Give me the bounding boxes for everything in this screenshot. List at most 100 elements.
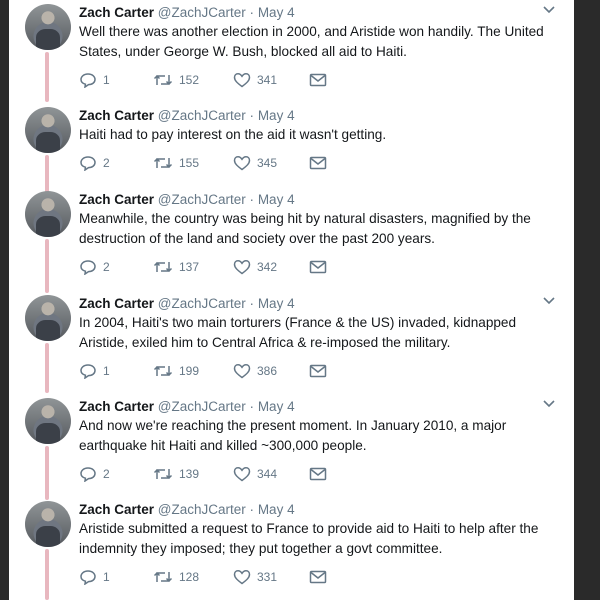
avatar[interactable] [25,191,71,237]
tweet-text: In 2004, Haiti's two main torturers (Fra… [79,315,517,350]
reply-count: 2 [103,260,110,274]
reply-count: 2 [103,467,110,481]
author-name[interactable]: Zach Carter [79,296,154,311]
timestamp[interactable]: May 4 [258,192,295,207]
reply-button[interactable]: 1 [79,567,110,587]
retweet-button[interactable]: 199 [153,361,199,381]
thread-connector-line [45,446,49,500]
timestamp[interactable]: May 4 [258,296,295,311]
reply-button[interactable]: 1 [79,361,110,381]
reply-button[interactable]: 2 [79,153,110,173]
avatar[interactable] [25,107,71,153]
retweet-count: 128 [179,570,200,584]
envelope-icon [309,570,327,584]
retweet-button[interactable]: 155 [153,153,199,173]
envelope-icon [309,73,327,87]
retweet-button[interactable]: 139 [153,464,199,484]
envelope-icon [309,156,327,170]
retweet-icon [153,261,173,273]
tweet[interactable]: Zach Carter @ZachJCarter · May 4 Aristid… [9,497,574,600]
timestamp[interactable]: May 4 [258,502,295,517]
tweet-header: Zach Carter @ZachJCarter · May 4 [79,295,539,313]
like-button[interactable]: 344 [233,464,277,484]
direct-message-button[interactable] [309,257,327,277]
retweet-button[interactable]: 128 [153,567,199,587]
retweet-button[interactable]: 137 [153,257,199,277]
like-count: 344 [257,467,278,481]
thread-panel: Zach Carter @ZachJCarter · May 4 Well th… [9,0,574,600]
direct-message-button[interactable] [309,70,327,90]
tweet-text: Haiti had to pay interest on the aid it … [79,127,387,142]
like-button[interactable]: 345 [233,153,277,173]
heart-icon [233,156,251,171]
tweet-actions: 1 199 386 [79,361,379,381]
tweet[interactable]: Zach Carter @ZachJCarter · May 4 In 2004… [9,291,574,394]
direct-message-button[interactable] [309,464,327,484]
separator-dot: · [249,108,255,123]
author-name[interactable]: Zach Carter [79,192,154,207]
timestamp[interactable]: May 4 [258,399,295,414]
reply-button[interactable]: 2 [79,464,110,484]
retweet-count: 139 [179,467,200,481]
timestamp[interactable]: May 4 [258,5,295,20]
author-handle[interactable]: @ZachJCarter [158,399,246,414]
retweet-button[interactable]: 152 [153,70,199,90]
like-count: 345 [257,156,278,170]
tweet[interactable]: Zach Carter @ZachJCarter · May 4 Meanwhi… [9,187,574,293]
tweet-header: Zach Carter @ZachJCarter · May 4 [79,501,539,519]
like-button[interactable]: 331 [233,567,277,587]
author-handle[interactable]: @ZachJCarter [158,192,246,207]
like-button[interactable]: 386 [233,361,277,381]
reply-icon [80,260,96,275]
direct-message-button[interactable] [309,361,327,381]
like-count: 386 [257,364,278,378]
avatar[interactable] [25,398,71,444]
retweet-icon [153,365,173,377]
retweet-icon [153,157,173,169]
chevron-down-icon[interactable] [542,398,556,410]
chevron-down-icon[interactable] [542,295,556,307]
heart-icon [233,570,251,585]
retweet-icon [153,571,173,583]
author-handle[interactable]: @ZachJCarter [158,108,246,123]
tweet[interactable]: Zach Carter @ZachJCarter · May 4 And now… [9,394,574,500]
reply-button[interactable]: 2 [79,257,110,277]
thread-connector-line [45,52,49,102]
like-button[interactable]: 342 [233,257,277,277]
reply-icon [80,73,96,88]
direct-message-button[interactable] [309,567,327,587]
thread-connector-line [45,549,49,600]
scrollbar-track[interactable] [574,0,600,600]
author-name[interactable]: Zach Carter [79,502,154,517]
separator-dot: · [249,5,255,20]
tweet-header: Zach Carter @ZachJCarter · May 4 [79,107,539,125]
like-count: 341 [257,73,278,87]
avatar[interactable] [25,4,71,50]
reply-icon [80,156,96,171]
author-handle[interactable]: @ZachJCarter [158,502,246,517]
reply-button[interactable]: 1 [79,70,110,90]
tweet[interactable]: Zach Carter @ZachJCarter · May 4 Well th… [9,0,574,103]
direct-message-button[interactable] [309,153,327,173]
envelope-icon [309,467,327,481]
reply-count: 1 [103,570,110,584]
author-handle[interactable]: @ZachJCarter [158,5,246,20]
reply-count: 1 [103,73,110,87]
like-button[interactable]: 341 [233,70,277,90]
avatar[interactable] [25,295,71,341]
tweet-header: Zach Carter @ZachJCarter · May 4 [79,398,539,416]
retweet-icon [153,74,173,86]
author-handle[interactable]: @ZachJCarter [158,296,246,311]
author-name[interactable]: Zach Carter [79,5,154,20]
retweet-count: 155 [179,156,200,170]
author-name[interactable]: Zach Carter [79,108,154,123]
reply-icon [80,570,96,585]
timestamp[interactable]: May 4 [258,108,295,123]
chevron-down-icon[interactable] [542,4,556,16]
tweet-text: And now we're reaching the present momen… [79,418,507,453]
heart-icon [233,467,251,482]
retweet-icon [153,468,173,480]
tweet-text: Well there was another election in 2000,… [79,24,544,59]
author-name[interactable]: Zach Carter [79,399,154,414]
avatar[interactable] [25,501,71,547]
